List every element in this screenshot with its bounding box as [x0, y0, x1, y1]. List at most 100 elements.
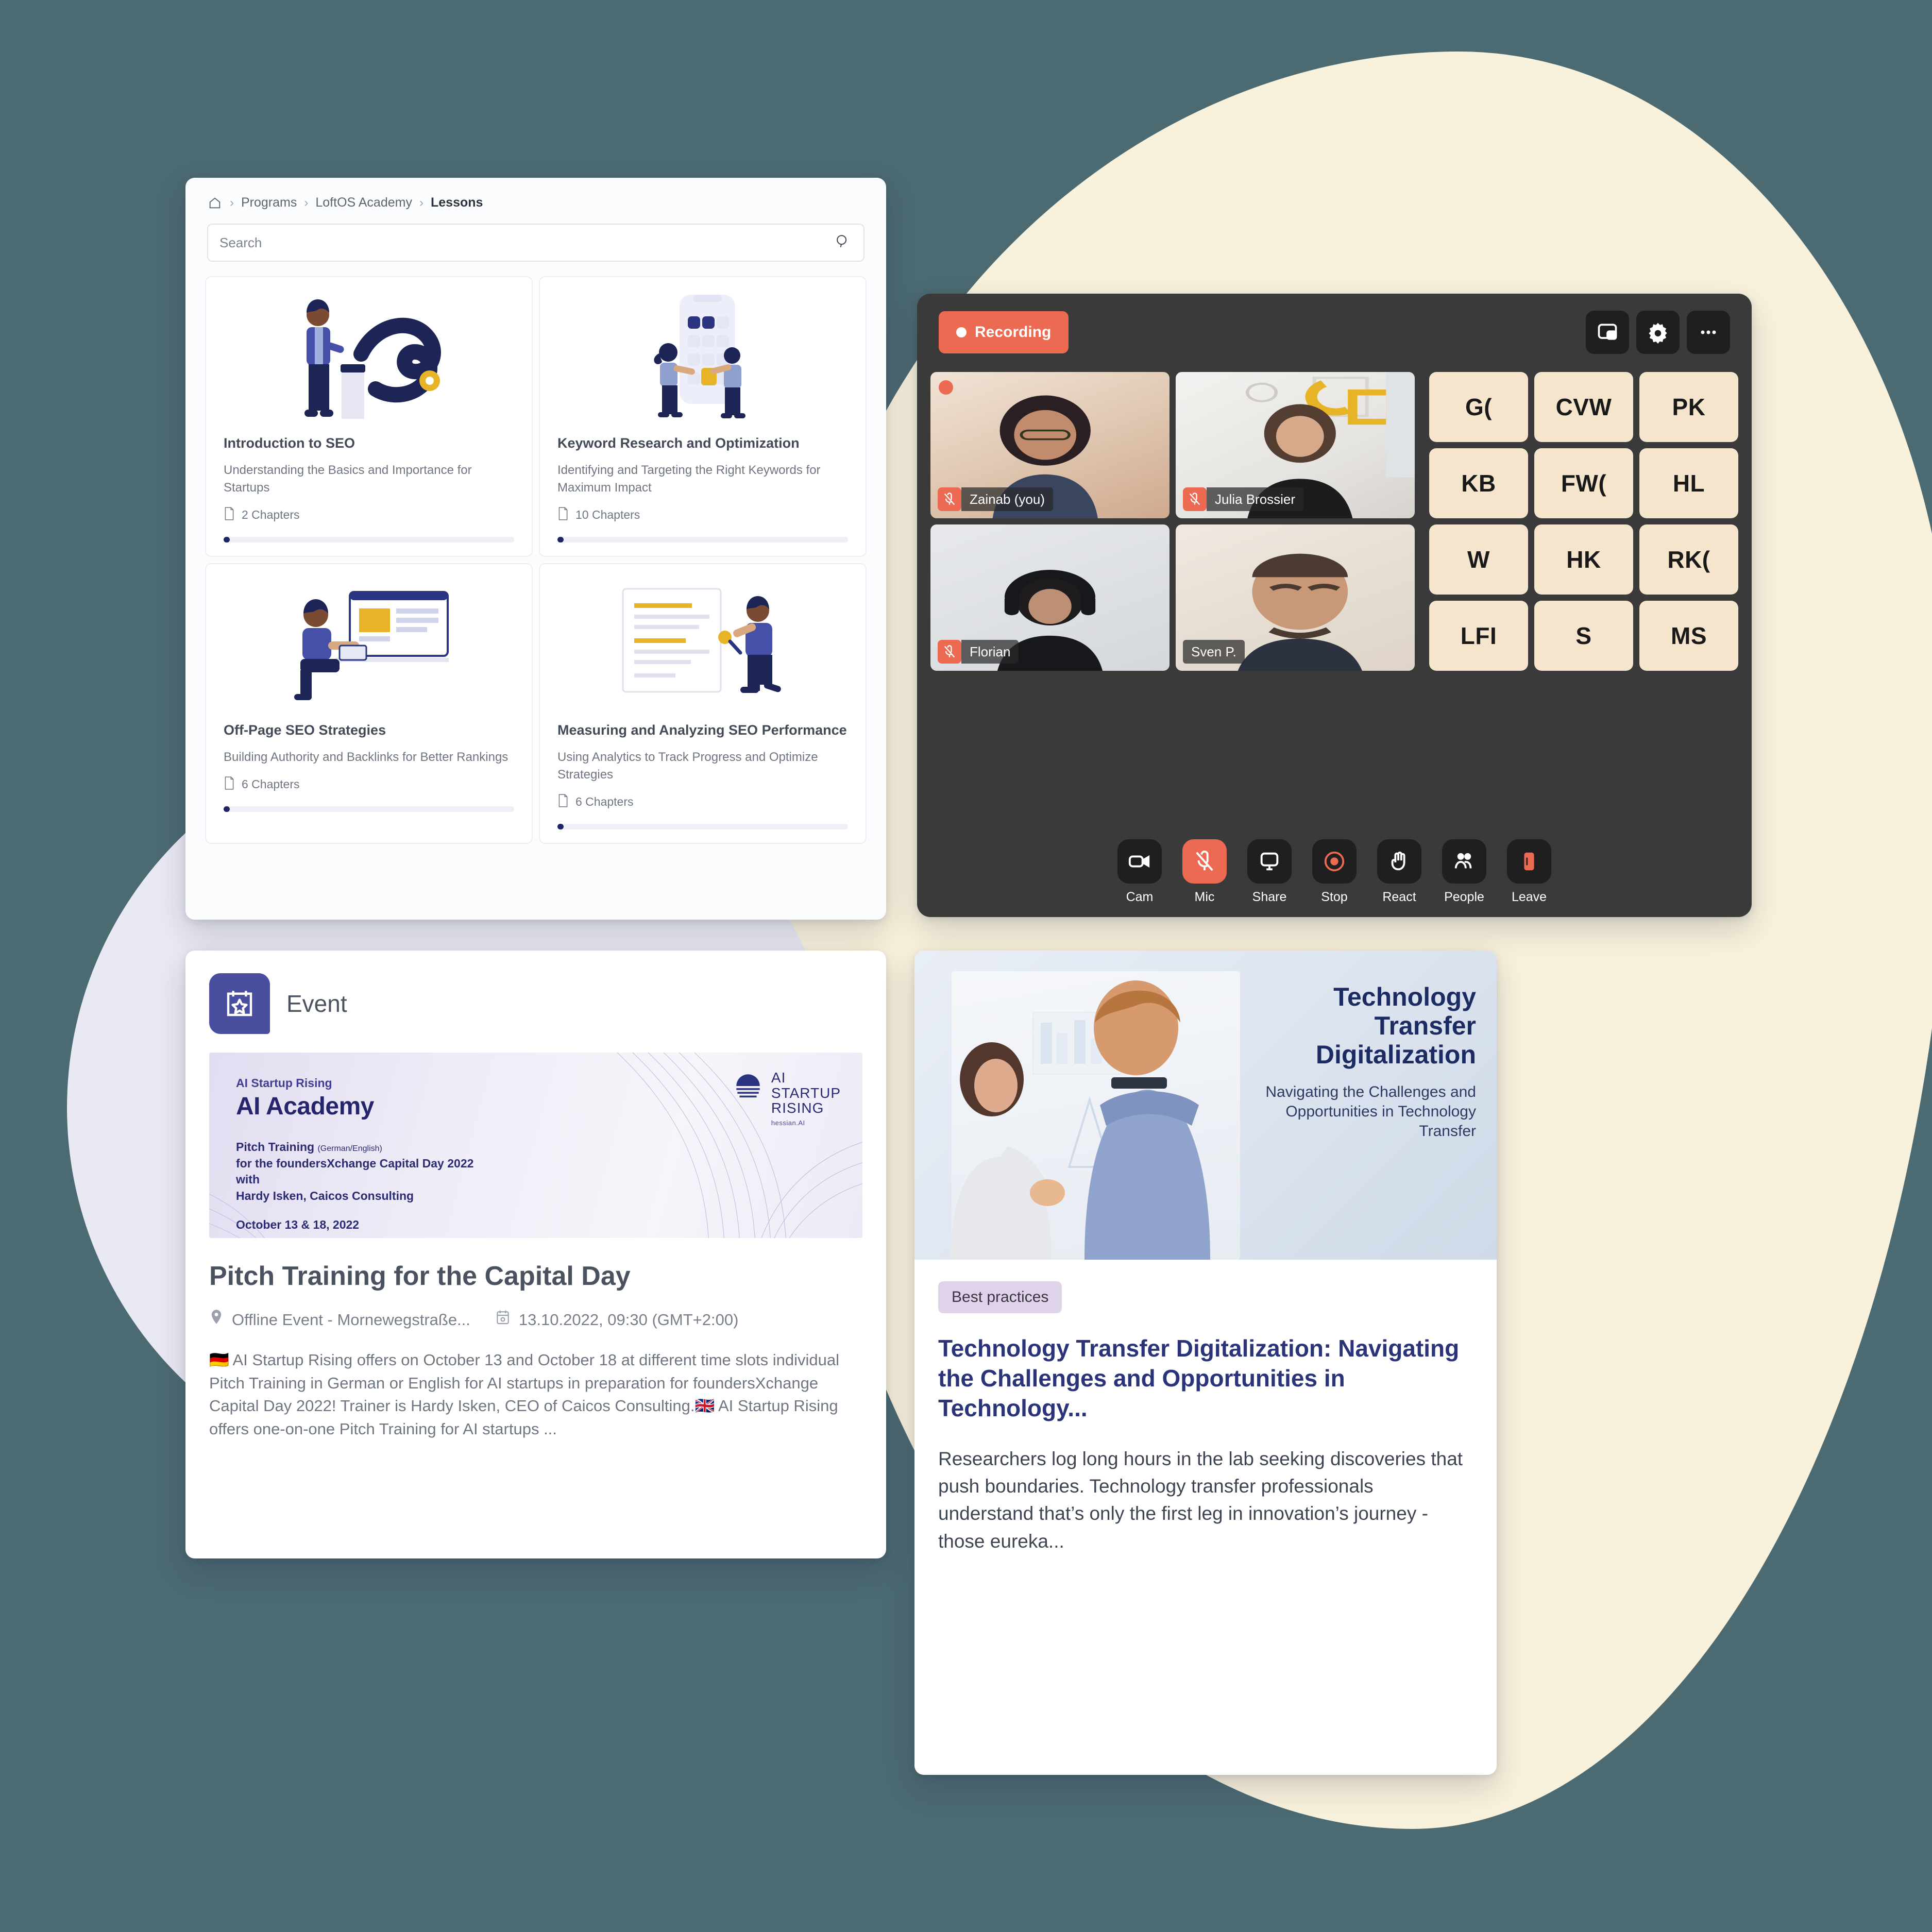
lesson-chapters: 2 Chapters	[224, 507, 514, 523]
stop-record-icon[interactable]	[1312, 839, 1357, 884]
participant-label: Julia Brossier	[1183, 487, 1304, 511]
lesson-progress-fill	[224, 806, 230, 812]
event-banner-image: AI Startup Rising AI Academy Pitch Train…	[209, 1053, 862, 1238]
picture-in-picture-icon[interactable]	[1586, 311, 1629, 354]
event-header: Event	[185, 951, 886, 1034]
lesson-card[interactable]: Off-Page SEO Strategies Building Authori…	[205, 563, 533, 844]
lesson-title: Measuring and Analyzing SEO Performance	[557, 722, 847, 738]
article-excerpt: Researchers log long hours in the lab se…	[938, 1448, 1463, 1552]
article-panel[interactable]: Technology Transfer Digitalization Navig…	[914, 951, 1497, 1775]
avatar-initials-tile[interactable]: RK(	[1639, 524, 1738, 595]
lesson-chapters: 6 Chapters	[557, 794, 848, 810]
recording-badge: Recording	[939, 311, 1069, 353]
avatar-initials-tile[interactable]: HL	[1639, 448, 1738, 518]
avatar-initials-tile[interactable]: CVW	[1534, 372, 1633, 442]
home-icon[interactable]	[207, 196, 223, 210]
lesson-progress-fill	[557, 823, 564, 829]
lesson-progress-bar	[224, 806, 514, 812]
participant-tile[interactable]: Zainab (you)	[930, 372, 1170, 518]
lesson-progress-bar	[224, 536, 514, 543]
control-stop[interactable]: Stop	[1308, 839, 1361, 905]
participant-name: Julia Brossier	[1207, 487, 1304, 511]
banner-logo-title: AI STARTUP RISING	[771, 1070, 841, 1116]
lesson-subtitle: Building Authority and Backlinks for Bet…	[224, 750, 509, 764]
control-people[interactable]: People	[1437, 839, 1491, 905]
hero-title-overlay: Technology Transfer Digitalization Navig…	[1234, 982, 1476, 1141]
location-pin-icon	[209, 1309, 224, 1332]
control-cam[interactable]: Cam	[1113, 839, 1166, 905]
avatar-grid: G( CVW PK KB FW( HL W HK RK( LFI S MS	[1429, 372, 1738, 671]
video-controls-bar: Cam Mic Share Stop React People Leave	[917, 839, 1752, 905]
breadcrumb-item-loftos-academy[interactable]: LoftOS Academy	[315, 195, 412, 210]
lesson-progress-bar	[557, 823, 848, 829]
event-title: Pitch Training for the Capital Day	[209, 1261, 631, 1291]
lesson-chapter-count: 10 Chapters	[575, 508, 640, 522]
gear-icon[interactable]	[1636, 311, 1680, 354]
lesson-progress-fill	[224, 536, 230, 543]
participant-label: Zainab (you)	[938, 487, 1053, 511]
video-stage: Zainab (you) Julia Brossier Florian Sven…	[930, 372, 1738, 671]
avatar-initials-tile[interactable]: PK	[1639, 372, 1738, 442]
video-topbar: Recording	[917, 294, 1752, 371]
event-kicker-label: Event	[286, 990, 347, 1017]
avatar-initials-tile[interactable]: MS	[1639, 601, 1738, 671]
more-options-icon[interactable]	[1687, 311, 1730, 354]
avatar-initials-tile[interactable]: LFI	[1429, 601, 1528, 671]
lesson-card[interactable]: Keyword Research and Optimization Identi…	[539, 276, 867, 557]
lesson-illustration-seo-intro	[206, 277, 532, 432]
raise-hand-icon[interactable]	[1377, 839, 1421, 884]
document-icon	[557, 794, 569, 810]
banner-logo: AI STARTUP RISING hessian.AI	[732, 1070, 841, 1127]
event-description: 🇩🇪 AI Startup Rising offers on October 1…	[209, 1351, 840, 1438]
lesson-chapter-count: 6 Chapters	[575, 795, 634, 809]
lesson-chapters: 10 Chapters	[557, 507, 848, 523]
article-tag-badge[interactable]: Best practices	[938, 1281, 1062, 1313]
avatar-initials-tile[interactable]: W	[1429, 524, 1528, 595]
event-panel: Event AI Startup Rising AI Academy Pitch…	[185, 951, 886, 1558]
participant-tile[interactable]: Florian	[930, 524, 1170, 671]
breadcrumb-separator: ›	[230, 195, 234, 210]
control-react[interactable]: React	[1372, 839, 1426, 905]
lesson-card[interactable]: Measuring and Analyzing SEO Performance …	[539, 563, 867, 844]
participant-name: Sven P.	[1183, 640, 1245, 664]
lesson-illustration-offpage-seo	[206, 564, 532, 719]
document-icon	[224, 507, 235, 523]
control-label: Mic	[1194, 890, 1215, 904]
avatar-initials-tile[interactable]: G(	[1429, 372, 1528, 442]
lesson-card[interactable]: Introduction to SEO Understanding the Ba…	[205, 276, 533, 557]
search-input[interactable]: Search	[207, 224, 865, 262]
breadcrumb-separator: ›	[304, 195, 309, 210]
participant-tile[interactable]: Julia Brossier	[1176, 372, 1415, 518]
control-label: Cam	[1126, 890, 1154, 904]
banner-logo-subtitle: hessian.AI	[771, 1119, 805, 1127]
control-share[interactable]: Share	[1243, 839, 1296, 905]
participant-tiles: Zainab (you) Julia Brossier Florian Sven…	[930, 372, 1415, 671]
search-icon[interactable]	[834, 233, 851, 253]
breadcrumb-item-lessons[interactable]: Lessons	[431, 195, 483, 210]
calendar-star-icon	[209, 973, 270, 1034]
avatar-initials-tile[interactable]: S	[1534, 601, 1633, 671]
people-icon[interactable]	[1442, 839, 1486, 884]
avatar-initials-tile[interactable]: FW(	[1534, 448, 1633, 518]
recording-label: Recording	[975, 324, 1052, 341]
avatar-initials-tile[interactable]: HK	[1534, 524, 1633, 595]
control-leave[interactable]: Leave	[1502, 839, 1556, 905]
control-mic[interactable]: Mic	[1178, 839, 1231, 905]
document-icon	[557, 507, 569, 523]
participant-label: Florian	[938, 640, 1019, 664]
screen-share-icon[interactable]	[1247, 839, 1292, 884]
participant-name: Florian	[961, 640, 1019, 664]
article-title[interactable]: Technology Transfer Digitalization: Navi…	[938, 1334, 1473, 1423]
leave-door-icon[interactable]	[1507, 839, 1551, 884]
breadcrumb-item-programs[interactable]: Programs	[241, 195, 297, 210]
event-location-text: Offline Event - Mornewegstraße...	[232, 1311, 470, 1329]
tile-recording-dot-icon	[939, 380, 953, 395]
lesson-subtitle: Using Analytics to Track Progress and Op…	[557, 750, 818, 782]
avatar-initials-tile[interactable]: KB	[1429, 448, 1528, 518]
lesson-illustration-keyword-research	[540, 277, 866, 432]
document-icon	[224, 776, 235, 793]
hessian-ai-logo-icon	[736, 1074, 760, 1098]
mic-off-icon[interactable]	[1182, 839, 1227, 884]
participant-tile[interactable]: Sven P.	[1176, 524, 1415, 671]
camera-icon[interactable]	[1117, 839, 1162, 884]
